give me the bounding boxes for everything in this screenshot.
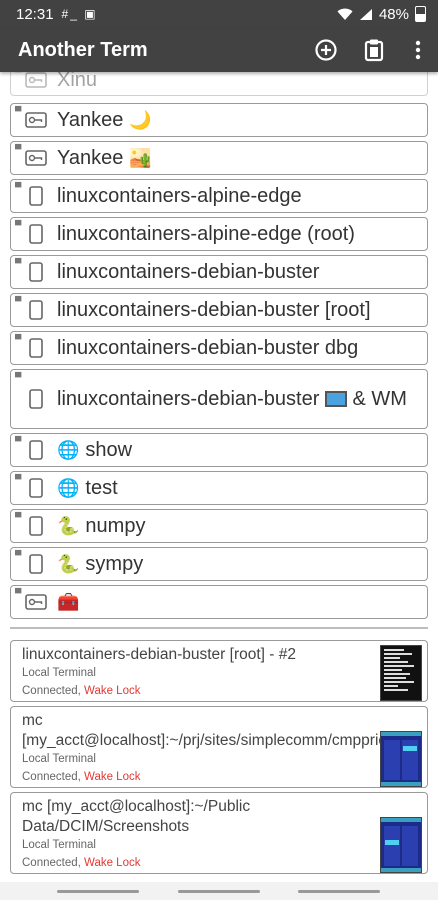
- add-session-button[interactable]: [302, 28, 350, 72]
- session-type: Local Terminal: [22, 753, 96, 765]
- list-item[interactable]: ▀ 🧰: [10, 585, 428, 619]
- app-bar: Another Term: [0, 28, 438, 72]
- phone-icon: [29, 554, 43, 574]
- status-bar: 12:31 #_ ▣ 48%: [0, 0, 438, 28]
- clipboard-button[interactable]: [350, 28, 398, 72]
- session-status: Connected,: [22, 771, 85, 783]
- session-status: Connected,: [22, 685, 85, 697]
- clock: 12:31: [16, 5, 54, 23]
- moon-icon: 🌙: [129, 110, 152, 130]
- item-label: linuxcontainers-alpine-edge: [57, 185, 302, 207]
- item-label: Yankee: [57, 109, 124, 131]
- item-label: linuxcontainers-debian-buster: [57, 387, 320, 410]
- key-icon: [25, 112, 47, 128]
- list-item[interactable]: ▀ linuxcontainers-debian-buster: [10, 255, 428, 289]
- key-icon: [25, 72, 47, 88]
- item-label: linuxcontainers-debian-buster: [57, 261, 320, 283]
- desert-icon: 🏜️: [129, 148, 152, 168]
- list-item[interactable]: ▀ linuxcontainers-alpine-edge (root): [10, 217, 428, 251]
- session-status: Connected,: [22, 857, 85, 869]
- session-thumbnail: [380, 817, 422, 873]
- wifi-icon: [337, 8, 353, 20]
- clipboard-icon: [364, 39, 384, 62]
- key-icon: [25, 594, 47, 610]
- overflow-menu-button[interactable]: [398, 28, 438, 72]
- phone-icon: [29, 262, 43, 282]
- session-title: linuxcontainers-debian-buster [root] - #…: [22, 646, 296, 663]
- session-title: mc [my_acct@localhost]:~/Public Data/DCI…: [22, 798, 251, 835]
- session-card[interactable]: linuxcontainers-debian-buster [root] - #…: [10, 640, 428, 702]
- item-label: linuxcontainers-debian-buster dbg: [57, 337, 359, 359]
- list-item[interactable]: ▀ linuxcontainers-debian-buster dbg: [10, 331, 428, 365]
- session-status-line: Connected, Wake Lock: [22, 857, 140, 869]
- signal-icon: [359, 8, 372, 20]
- session-type: Local Terminal: [22, 667, 96, 679]
- snake-icon: 🐍: [57, 554, 80, 574]
- phone-icon: [29, 186, 43, 206]
- phone-icon: [29, 440, 43, 460]
- notification-icons: #_ ▣: [61, 7, 98, 21]
- battery-icon: [415, 6, 426, 22]
- phone-icon: [29, 389, 43, 409]
- item-label: linuxcontainers-debian-buster [root]: [57, 299, 371, 321]
- nav-home-button[interactable]: [178, 890, 260, 893]
- navigation-bar: [0, 882, 438, 900]
- item-label: sympy: [85, 553, 144, 575]
- item-label: test: [85, 477, 118, 499]
- section-divider: [10, 627, 428, 629]
- wake-lock-label: Wake Lock: [84, 771, 141, 783]
- list-item[interactable]: ▀ Yankee 🌙: [10, 103, 428, 137]
- phone-icon: [29, 338, 43, 358]
- add-circle-icon: [315, 39, 337, 61]
- list-item[interactable]: ▀ 🌐 show: [10, 433, 428, 467]
- session-status-line: Connected, Wake Lock: [22, 771, 140, 783]
- list-item[interactable]: ▀ linuxcontainers-debian-buster [root]: [10, 293, 428, 327]
- session-thumbnail: [380, 731, 422, 787]
- session-title: mc [my_acct@localhost]:~/prj/sites/simpl…: [22, 712, 395, 749]
- session-thumbnail: [380, 645, 422, 701]
- list-item[interactable]: ▀ 🐍 sympy: [10, 547, 428, 581]
- globe-icon: 🌐: [57, 440, 80, 460]
- phone-icon: [29, 300, 43, 320]
- battery-percent: 48%: [378, 5, 409, 23]
- item-label-suffix: & WM: [352, 387, 407, 410]
- monitor-icon: [324, 391, 347, 408]
- toolbox-icon: 🧰: [57, 592, 80, 612]
- phone-icon: [29, 224, 43, 244]
- item-label: numpy: [85, 515, 146, 537]
- nav-back-button[interactable]: [298, 890, 380, 893]
- phone-icon: [29, 478, 43, 498]
- item-label: show: [85, 439, 133, 461]
- app-title: Another Term: [18, 38, 148, 61]
- session-card[interactable]: mc [my_acct@localhost]:~/prj/sites/simpl…: [10, 706, 428, 788]
- list-item[interactable]: ▀ 🌐 test: [10, 471, 428, 505]
- session-type: Local Terminal: [22, 839, 96, 851]
- phone-icon: [29, 516, 43, 536]
- wake-lock-label: Wake Lock: [84, 685, 141, 697]
- globe-icon: 🌐: [57, 478, 80, 498]
- status-right: 48%: [337, 6, 426, 23]
- list-item[interactable]: ▀ linuxcontainers-debian-buster & WM: [10, 369, 428, 429]
- wake-lock-label: Wake Lock: [84, 857, 141, 869]
- snake-icon: 🐍: [57, 516, 80, 536]
- list-item[interactable]: ▀ linuxcontainers-alpine-edge: [10, 179, 428, 213]
- overflow-menu-icon: [415, 40, 421, 60]
- list-item[interactable]: ▀ Yankee 🏜️: [10, 141, 428, 175]
- session-card[interactable]: mc [my_acct@localhost]:~/Public Data/DCI…: [10, 792, 428, 874]
- item-label: linuxcontainers-alpine-edge (root): [57, 223, 355, 245]
- key-icon: [25, 150, 47, 166]
- session-status-line: Connected, Wake Lock: [22, 685, 140, 697]
- item-label: Yankee: [57, 147, 124, 169]
- list-item[interactable]: ▀ 🐍 numpy: [10, 509, 428, 543]
- nav-recents-button[interactable]: [57, 890, 139, 893]
